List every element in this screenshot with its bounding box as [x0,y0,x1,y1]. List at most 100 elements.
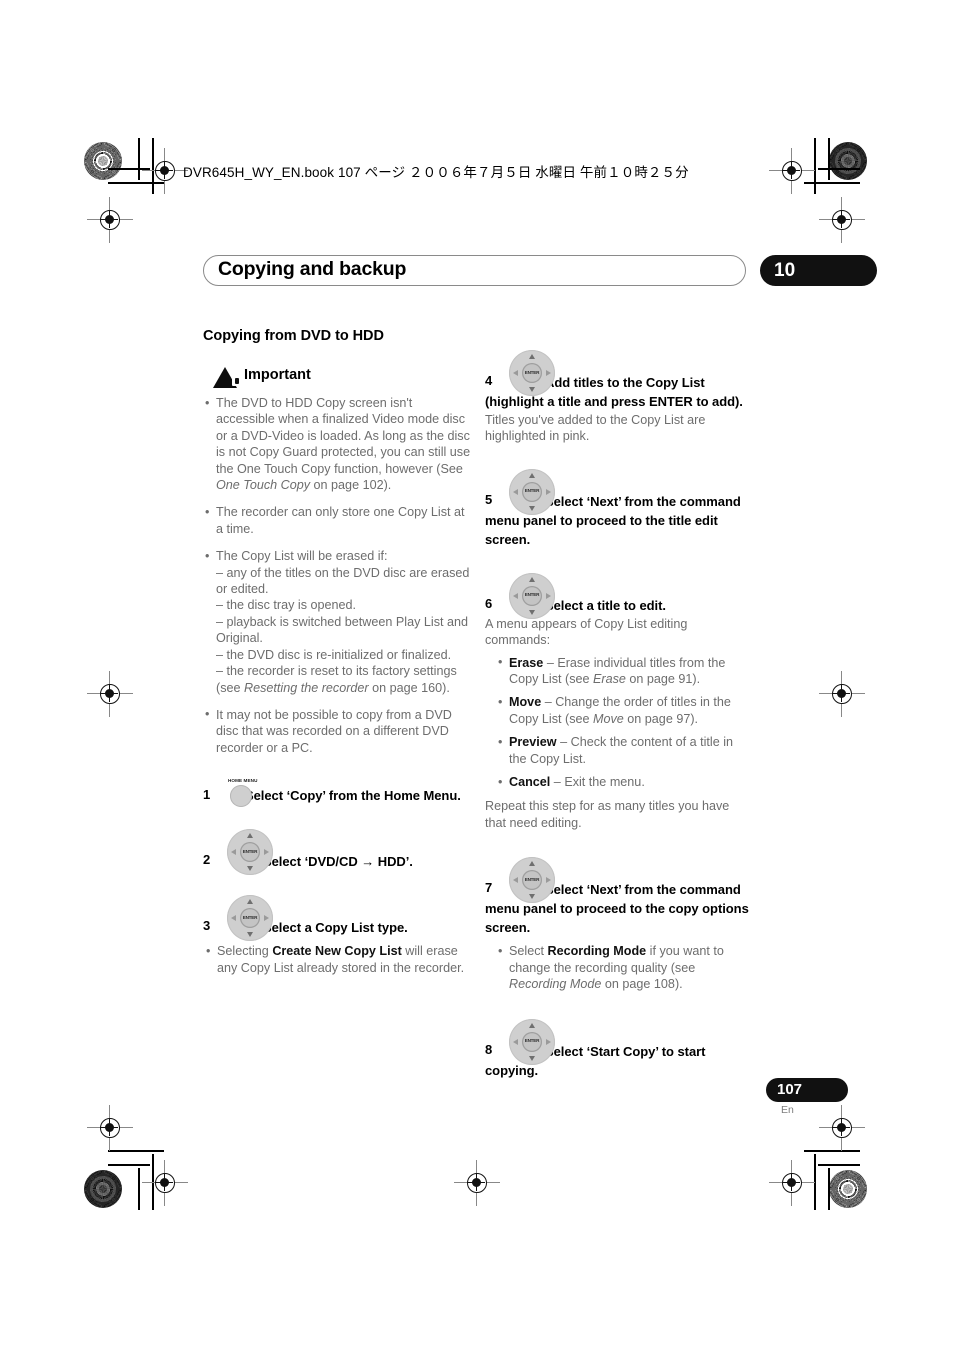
left-column: Copying from DVD to HDD Important The DV… [203,328,471,983]
command-ref-italic: Erase [593,672,626,687]
book-file-header: DVR645H_WY_EN.book 107 ページ ２００６年７月５日 水曜日… [183,165,689,180]
bullet-text: It may not be possible to copy from a DV… [216,707,452,755]
registration-mark-right-middle [819,671,865,717]
dash-item: – playback is switched between Play List… [216,614,469,646]
dpad-enter-icon[interactable]: ENTER [509,1018,555,1065]
step-heading-text: Select ‘Copy’ from the Home Menu. [245,788,461,804]
dash-item: – the DVD disc is re-initialized or fina… [216,647,452,662]
list-item: It may not be possible to copy from a DV… [203,706,471,756]
registration-mark-right-upper [819,197,865,243]
step-4: 4 ENTER Add titles to the Copy List (hig… [485,350,753,445]
step-number: 3 [203,918,211,934]
registration-mark-left-upper [87,197,133,243]
step-number: 6 [485,595,493,611]
note-lead: Select [509,944,548,959]
enter-label: ENTER [524,876,540,882]
registration-mark-top-left [142,148,188,194]
step-body: A menu appears of Copy List editing comm… [485,616,688,648]
list-item: The recorder can only store one Copy Lis… [203,504,471,537]
step-2: 2 ENTER Select ‘DVD/CD → HDD’. [203,829,471,876]
note-ref-italic: Recording Mode [509,977,602,992]
step-heading-text: Select a title to edit. [545,597,666,613]
copy-list-command-list: Erase – Erase individual titles from the… [495,654,753,791]
bullet-ref-italic: One Touch Copy [216,478,311,493]
dash-item: – the disc tray is opened. [216,598,357,613]
list-item: Preview – Check the content of a title i… [495,734,753,767]
command-name: Move [509,695,542,710]
step-6: 6 ENTER Select a title to edit. A menu a… [485,572,753,831]
dash-ref-italic: Resetting the recorder [244,680,369,695]
note-tail: on page 108). [601,977,683,992]
step-8: 8 ENTER Select ‘Start Copy’ to start cop… [485,1018,753,1080]
registration-mark-bottom-left [142,1160,188,1206]
registration-mark-left-middle [87,671,133,717]
command-desc-tail: on page 91). [625,672,701,687]
enter-button-icon[interactable]: ENTER [522,585,542,606]
enter-button-icon[interactable]: ENTER [522,870,542,891]
registration-mark-bottom-right [769,1160,815,1206]
bullet-text: The DVD to HDD Copy screen isn't accessi… [216,396,471,476]
step-3: 3 ENTER Select a Copy List type. Selecti… [203,895,471,976]
list-item: Erase – Erase individual titles from the… [495,654,753,688]
registration-mark-left-lower [87,1105,133,1151]
step-heading-text: Select ‘DVD/CD → HDD’. [263,854,413,870]
enter-button-icon[interactable]: ENTER [240,842,260,863]
command-ref-italic: Move [593,711,624,726]
right-column: 4 ENTER Add titles to the Copy List (hig… [485,350,753,1080]
dash-tail: on page 160). [368,680,450,695]
dpad-enter-icon[interactable]: ENTER [509,468,555,515]
important-bullet-list: The DVD to HDD Copy screen isn't accessi… [203,394,471,756]
home-menu-button-icon[interactable] [230,785,252,808]
registration-mark-top-right [769,148,815,194]
section-heading: Copying from DVD to HDD [203,328,384,344]
step-body: Titles you've added to the Copy List are… [485,413,706,444]
chapter-title: Copying and backup [218,258,407,280]
list-item: Move – Change the order of titles in the… [495,694,753,727]
step-number: 8 [485,1041,493,1057]
command-name: Erase [509,655,544,670]
page-number-badge: 107 [766,1078,848,1102]
enter-label: ENTER [524,1038,540,1043]
registration-mark-right-lower [819,1105,865,1151]
note-lead: Selecting [217,944,273,959]
note-bold: Create New Copy List [272,944,402,959]
list-item: The DVD to HDD Copy screen isn't accessi… [203,394,471,493]
registration-mark-bottom-center [454,1160,500,1206]
step-1: 1 HOME MENU Select ‘Copy’ from the Home … [203,778,471,808]
list-item: Selecting Create New Copy List will eras… [203,943,471,976]
enter-button-icon[interactable]: ENTER [522,1031,542,1052]
step-number: 5 [485,491,493,507]
step-number: 7 [485,880,493,896]
step-7-notes: Select Recording Mode if you want to cha… [495,943,753,992]
enter-label: ENTER [524,592,540,598]
page-language-label: En [781,1104,794,1116]
important-label: Important [244,367,311,383]
command-desc: – Exit the menu. [550,775,645,790]
enter-button-icon[interactable]: ENTER [522,363,542,383]
dpad-enter-icon[interactable]: ENTER [227,895,273,942]
command-name: Preview [509,735,557,750]
list-item: The Copy List will be erased if: – any o… [203,548,471,696]
bullet-tail: on page 102). [310,478,392,493]
enter-label: ENTER [524,369,540,375]
step-5: 5 ENTER Select ‘Next’ from the command m… [485,468,753,549]
dash-item: – the recorder is reset to its factory s… [216,663,471,696]
bullet-text: The Copy List will be erased if: [216,549,388,564]
step-7: 7 ENTER Select ‘Next’ from the command m… [485,857,753,992]
important-header: Important [213,366,471,388]
dpad-enter-icon[interactable]: ENTER [509,350,555,396]
list-item: Select Recording Mode if you want to cha… [495,943,753,992]
dpad-enter-icon[interactable]: ENTER [509,857,555,904]
step-3-notes: Selecting Create New Copy List will eras… [203,943,471,976]
enter-button-icon[interactable]: ENTER [240,908,260,929]
step-number: 2 [203,852,211,868]
dpad-enter-icon[interactable]: ENTER [227,829,273,876]
list-item: Cancel – Exit the menu. [495,774,753,791]
dpad-enter-icon[interactable]: ENTER [509,572,555,619]
warning-triangle-icon [213,367,242,388]
chapter-number: 10 [774,260,796,281]
step-heading-text: Select a Copy List type. [263,920,408,936]
enter-button-icon[interactable]: ENTER [522,481,542,502]
chapter-number-badge: 10 [760,255,877,286]
enter-label: ENTER [242,914,258,920]
